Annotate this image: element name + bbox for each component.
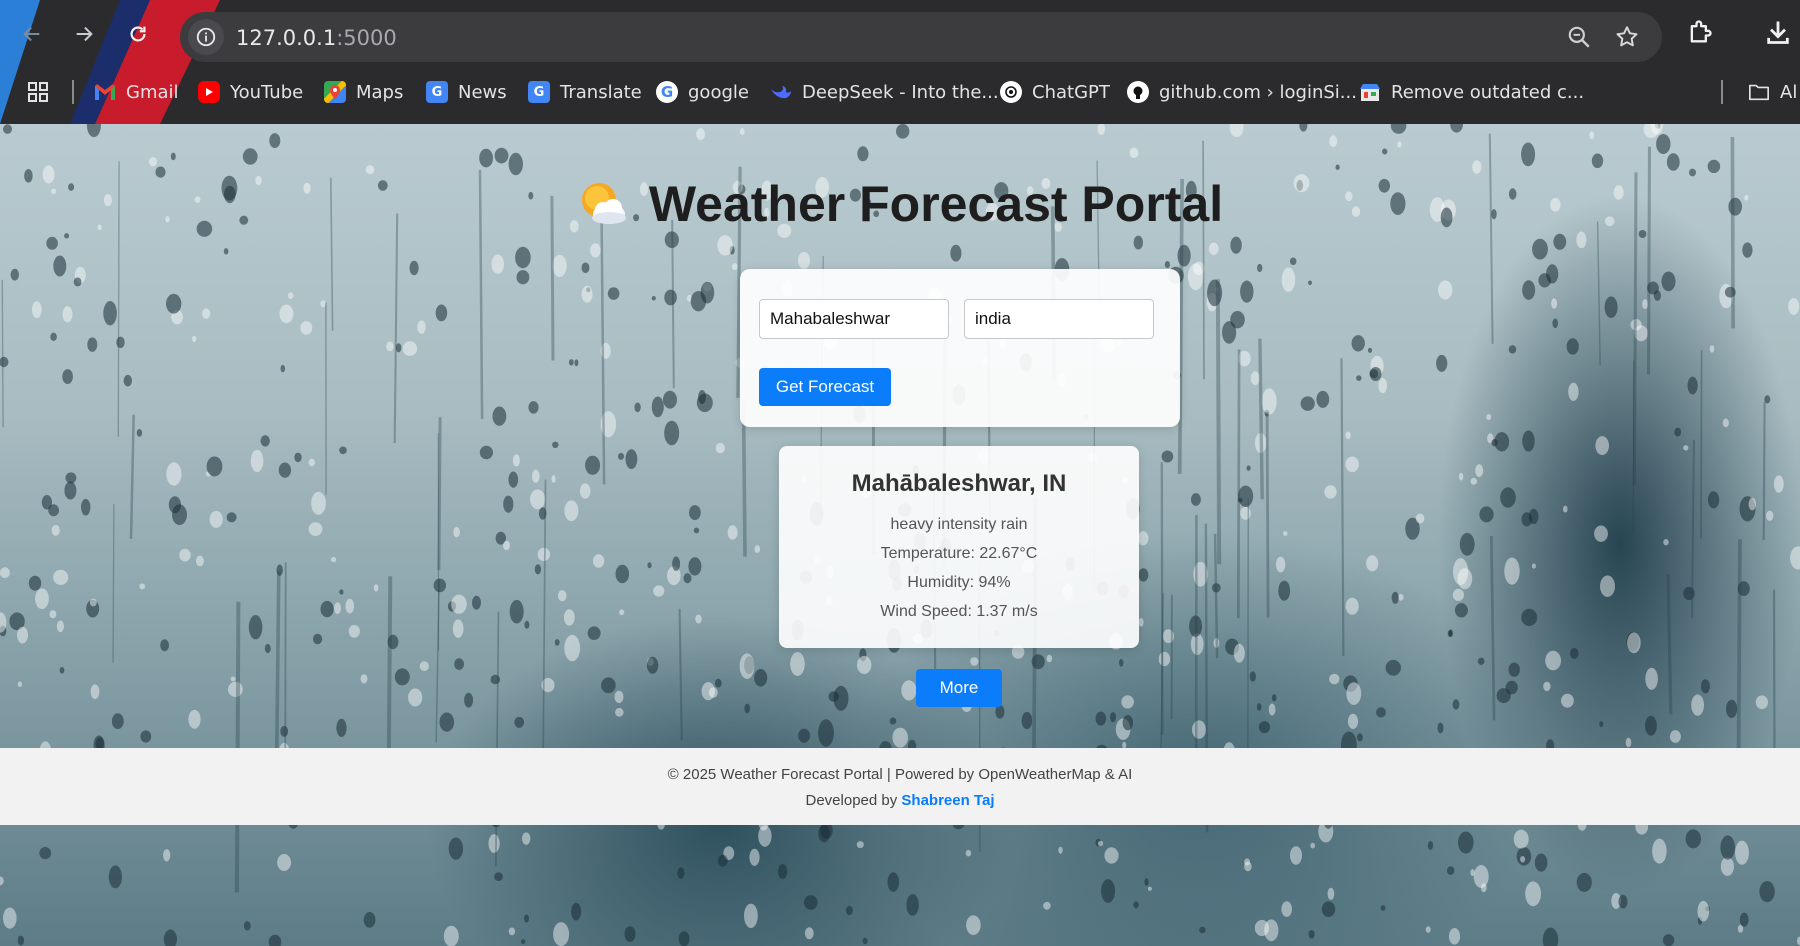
bookmarks-bar: Gmail YouTube Maps G News G Translate G … [0,72,1800,112]
browser-chrome: 127.0.0.1:5000 Gmail YouTube Maps G News… [0,0,1800,124]
developed-by-label: Developed by [805,792,898,809]
bookmark-folder-all[interactable]: Al [1748,72,1797,112]
sun-behind-cloud-icon [577,178,629,230]
forward-arrow-icon [76,26,93,42]
city-input[interactable] [759,299,949,339]
translate-icon: G [528,81,550,103]
get-forecast-button[interactable]: Get Forecast [759,368,891,406]
chatgpt-icon [1000,81,1022,103]
site-info-icon[interactable] [188,19,224,55]
bookmark-separator [72,80,74,104]
store-icon [1359,81,1381,103]
back-button[interactable] [12,14,52,54]
page-viewport: Weather Forecast Portal Get Forecast Mah… [0,124,1800,946]
bookmark-github[interactable]: github.com › loginSi... [1127,72,1357,112]
footer: © 2025 Weather Forecast Portal | Powered… [0,748,1800,825]
bookmark-deepseek[interactable]: DeepSeek - Into the... [770,72,999,112]
bookmark-translate[interactable]: G Translate [528,72,642,112]
humidity-value: Humidity: 94% [907,574,1011,591]
bookmark-google[interactable]: G google [656,72,749,112]
google-icon: G [656,81,678,103]
wind-speed-value: Wind Speed: 1.37 m/s [880,603,1038,620]
bookmark-chatgpt[interactable]: ChatGPT [1000,72,1110,112]
gmail-icon [94,81,116,103]
back-arrow-icon [23,26,40,42]
bookmark-youtube[interactable]: YouTube [198,72,303,112]
bookmark-star-icon[interactable] [1614,24,1640,55]
temperature-value: Temperature: 22.67°C [880,545,1038,562]
result-city: Mahābaleshwar, IN [851,470,1067,497]
reload-icon [130,26,146,42]
download-icon[interactable] [1764,18,1792,51]
bookmark-remove-outdated[interactable]: Remove outdated c... [1359,72,1584,112]
url-text[interactable]: 127.0.0.1:5000 [236,26,397,50]
forward-button[interactable] [64,14,104,54]
bookmark-news[interactable]: G News [426,72,507,112]
deepseek-icon [770,81,792,103]
folder-icon [1748,81,1770,103]
forecast-form: Get Forecast [740,269,1180,427]
weather-description: heavy intensity rain [890,516,1028,533]
reload-button[interactable] [118,14,158,54]
address-bar[interactable]: 127.0.0.1:5000 [180,12,1662,62]
more-button[interactable]: More [916,669,1002,707]
news-icon: G [426,81,448,103]
toolbar: 127.0.0.1:5000 [0,4,1800,70]
page-title: Weather Forecast Portal [648,176,1224,232]
apps-grid-button[interactable] [26,72,50,112]
maps-icon [324,81,346,103]
bookmark-gmail[interactable]: Gmail [94,72,179,112]
apps-grid-icon [28,82,48,102]
author-link[interactable]: Shabreen Taj [901,792,994,809]
header: Weather Forecast Portal [0,172,1800,236]
footer-credit: Developed by Shabreen Taj [0,792,1800,809]
zoom-icon[interactable] [1566,24,1592,55]
bookmark-maps[interactable]: Maps [324,72,403,112]
youtube-icon [198,81,220,103]
bookmark-separator [1721,80,1723,104]
extensions-icon[interactable] [1686,18,1714,51]
github-icon [1127,81,1149,103]
country-input[interactable] [964,299,1154,339]
footer-copyright: © 2025 Weather Forecast Portal | Powered… [667,766,1133,783]
weather-result-card: Mahābaleshwar, IN heavy intensity rain T… [779,446,1139,648]
